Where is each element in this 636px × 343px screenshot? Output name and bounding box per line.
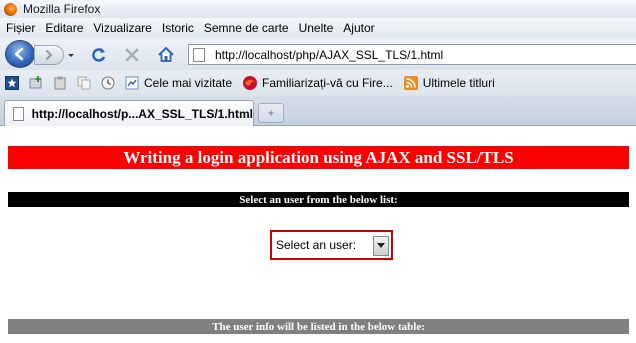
back-icon: [14, 47, 24, 61]
stop-icon: [125, 48, 139, 62]
firefox-bookmark-icon: [242, 75, 258, 91]
forward-button[interactable]: [34, 45, 64, 65]
reload-button[interactable]: [90, 46, 108, 64]
clipboard-icon[interactable]: [52, 75, 68, 91]
chevron-down-icon: [377, 243, 385, 248]
bookmark-getting-started-label: Familiarizați-vă cu Fire...: [262, 76, 393, 90]
most-visited-icon: [124, 75, 140, 91]
home-icon: [158, 46, 174, 62]
forward-icon: [46, 50, 53, 60]
menu-help[interactable]: Ajutor: [339, 21, 380, 35]
bookmark-most-visited[interactable]: Cele mai vizitate: [124, 75, 232, 91]
bookmark-latest-headlines[interactable]: Ultimele titluri: [403, 75, 495, 91]
url-text[interactable]: http://localhost/php/AJAX_SSL_TLS/1.html: [215, 48, 443, 62]
menu-bar: Fișier Editare Vizualizare Istoric Semne…: [0, 18, 636, 38]
tab-label: http://localhost/p...AX_SSL_TLS/1.html: [31, 106, 253, 121]
user-select-label: Select an user:: [276, 238, 357, 252]
bookmark-most-visited-label: Cele mai vizitate: [144, 76, 233, 90]
back-button[interactable]: [5, 40, 35, 68]
history-dropdown-icon[interactable]: [66, 50, 76, 60]
bookmark-getting-started[interactable]: Familiarizați-vă cu Fire...: [242, 75, 393, 91]
bookmark-star-icon[interactable]: [4, 75, 20, 91]
rss-icon: [403, 75, 419, 91]
menu-edit[interactable]: Editare: [41, 21, 89, 35]
clock-icon[interactable]: [100, 75, 116, 91]
title-bar: Mozilla Firefox: [0, 0, 636, 18]
stop-button[interactable]: [123, 46, 141, 64]
dropdown-button[interactable]: [373, 236, 389, 256]
tab-bar: http://localhost/p...AX_SSL_TLS/1.html +: [0, 96, 636, 126]
navigation-toolbar: http://localhost/php/AJAX_SSL_TLS/1.html: [0, 38, 636, 70]
user-select[interactable]: Select an user:: [270, 230, 393, 260]
add-bookmark-icon[interactable]: [28, 75, 44, 91]
reload-icon: [92, 48, 106, 62]
plus-icon: +: [267, 106, 275, 120]
table-caption: The user info will be listed in the belo…: [8, 319, 629, 334]
page-content: Writing a login application using AJAX a…: [0, 127, 636, 343]
menu-file[interactable]: Fișier: [2, 21, 41, 35]
menu-view[interactable]: Vizualizare: [89, 21, 157, 35]
menu-history[interactable]: Istoric: [158, 21, 200, 35]
menu-bookmarks[interactable]: Semne de carte: [200, 21, 295, 35]
firefox-icon: [4, 2, 17, 16]
copy-icon[interactable]: [76, 75, 92, 91]
window-title: Mozilla Firefox: [23, 2, 101, 16]
select-prompt: Select an user from the below list:: [8, 192, 629, 207]
bookmark-latest-headlines-label: Ultimele titluri: [422, 76, 495, 90]
url-bar[interactable]: http://localhost/php/AJAX_SSL_TLS/1.html: [188, 44, 636, 65]
page-icon: [193, 47, 205, 62]
tab-active[interactable]: http://localhost/p...AX_SSL_TLS/1.html: [4, 100, 254, 126]
tab-page-icon: [13, 106, 24, 121]
page-heading: Writing a login application using AJAX a…: [8, 146, 629, 169]
bookmarks-toolbar: Cele mai vizitate Familiarizați-vă cu Fi…: [0, 70, 636, 96]
menu-tools[interactable]: Unelte: [295, 21, 340, 35]
home-button[interactable]: [157, 46, 175, 64]
new-tab-button[interactable]: +: [258, 103, 284, 123]
